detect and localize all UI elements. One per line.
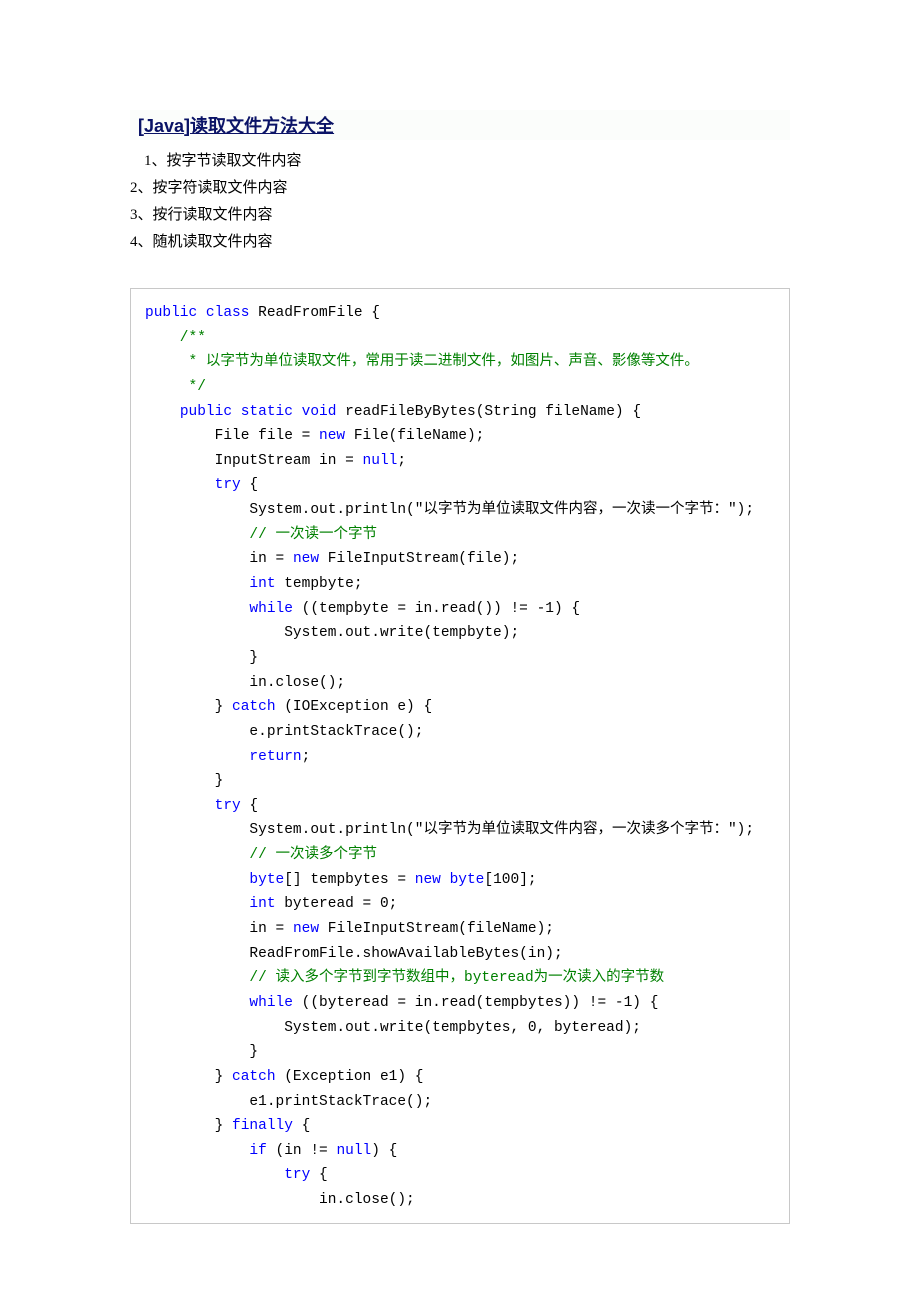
code-block: public class ReadFromFile { /** * 以字节为单位… [130, 288, 790, 1224]
list-item: 2、按字符读取文件内容 [130, 175, 790, 202]
title-cn: 读取文件方法大全 [190, 116, 334, 136]
list-item: 1、按字节读取文件内容 [130, 148, 790, 175]
title-link[interactable]: [Java]读取文件方法大全 [138, 116, 334, 136]
document-page: [Java]读取文件方法大全 1、按字节读取文件内容 2、按字符读取文件内容 3… [0, 0, 920, 1264]
title-lang: Java [144, 116, 184, 136]
method-list: 1、按字节读取文件内容 2、按字符读取文件内容 3、按行读取文件内容 4、随机读… [130, 148, 790, 256]
document-title: [Java]读取文件方法大全 [130, 110, 790, 140]
list-item: 4、随机读取文件内容 [130, 229, 790, 256]
code-pre: public class ReadFromFile { /** * 以字节为单位… [145, 301, 775, 1213]
list-item: 3、按行读取文件内容 [130, 202, 790, 229]
